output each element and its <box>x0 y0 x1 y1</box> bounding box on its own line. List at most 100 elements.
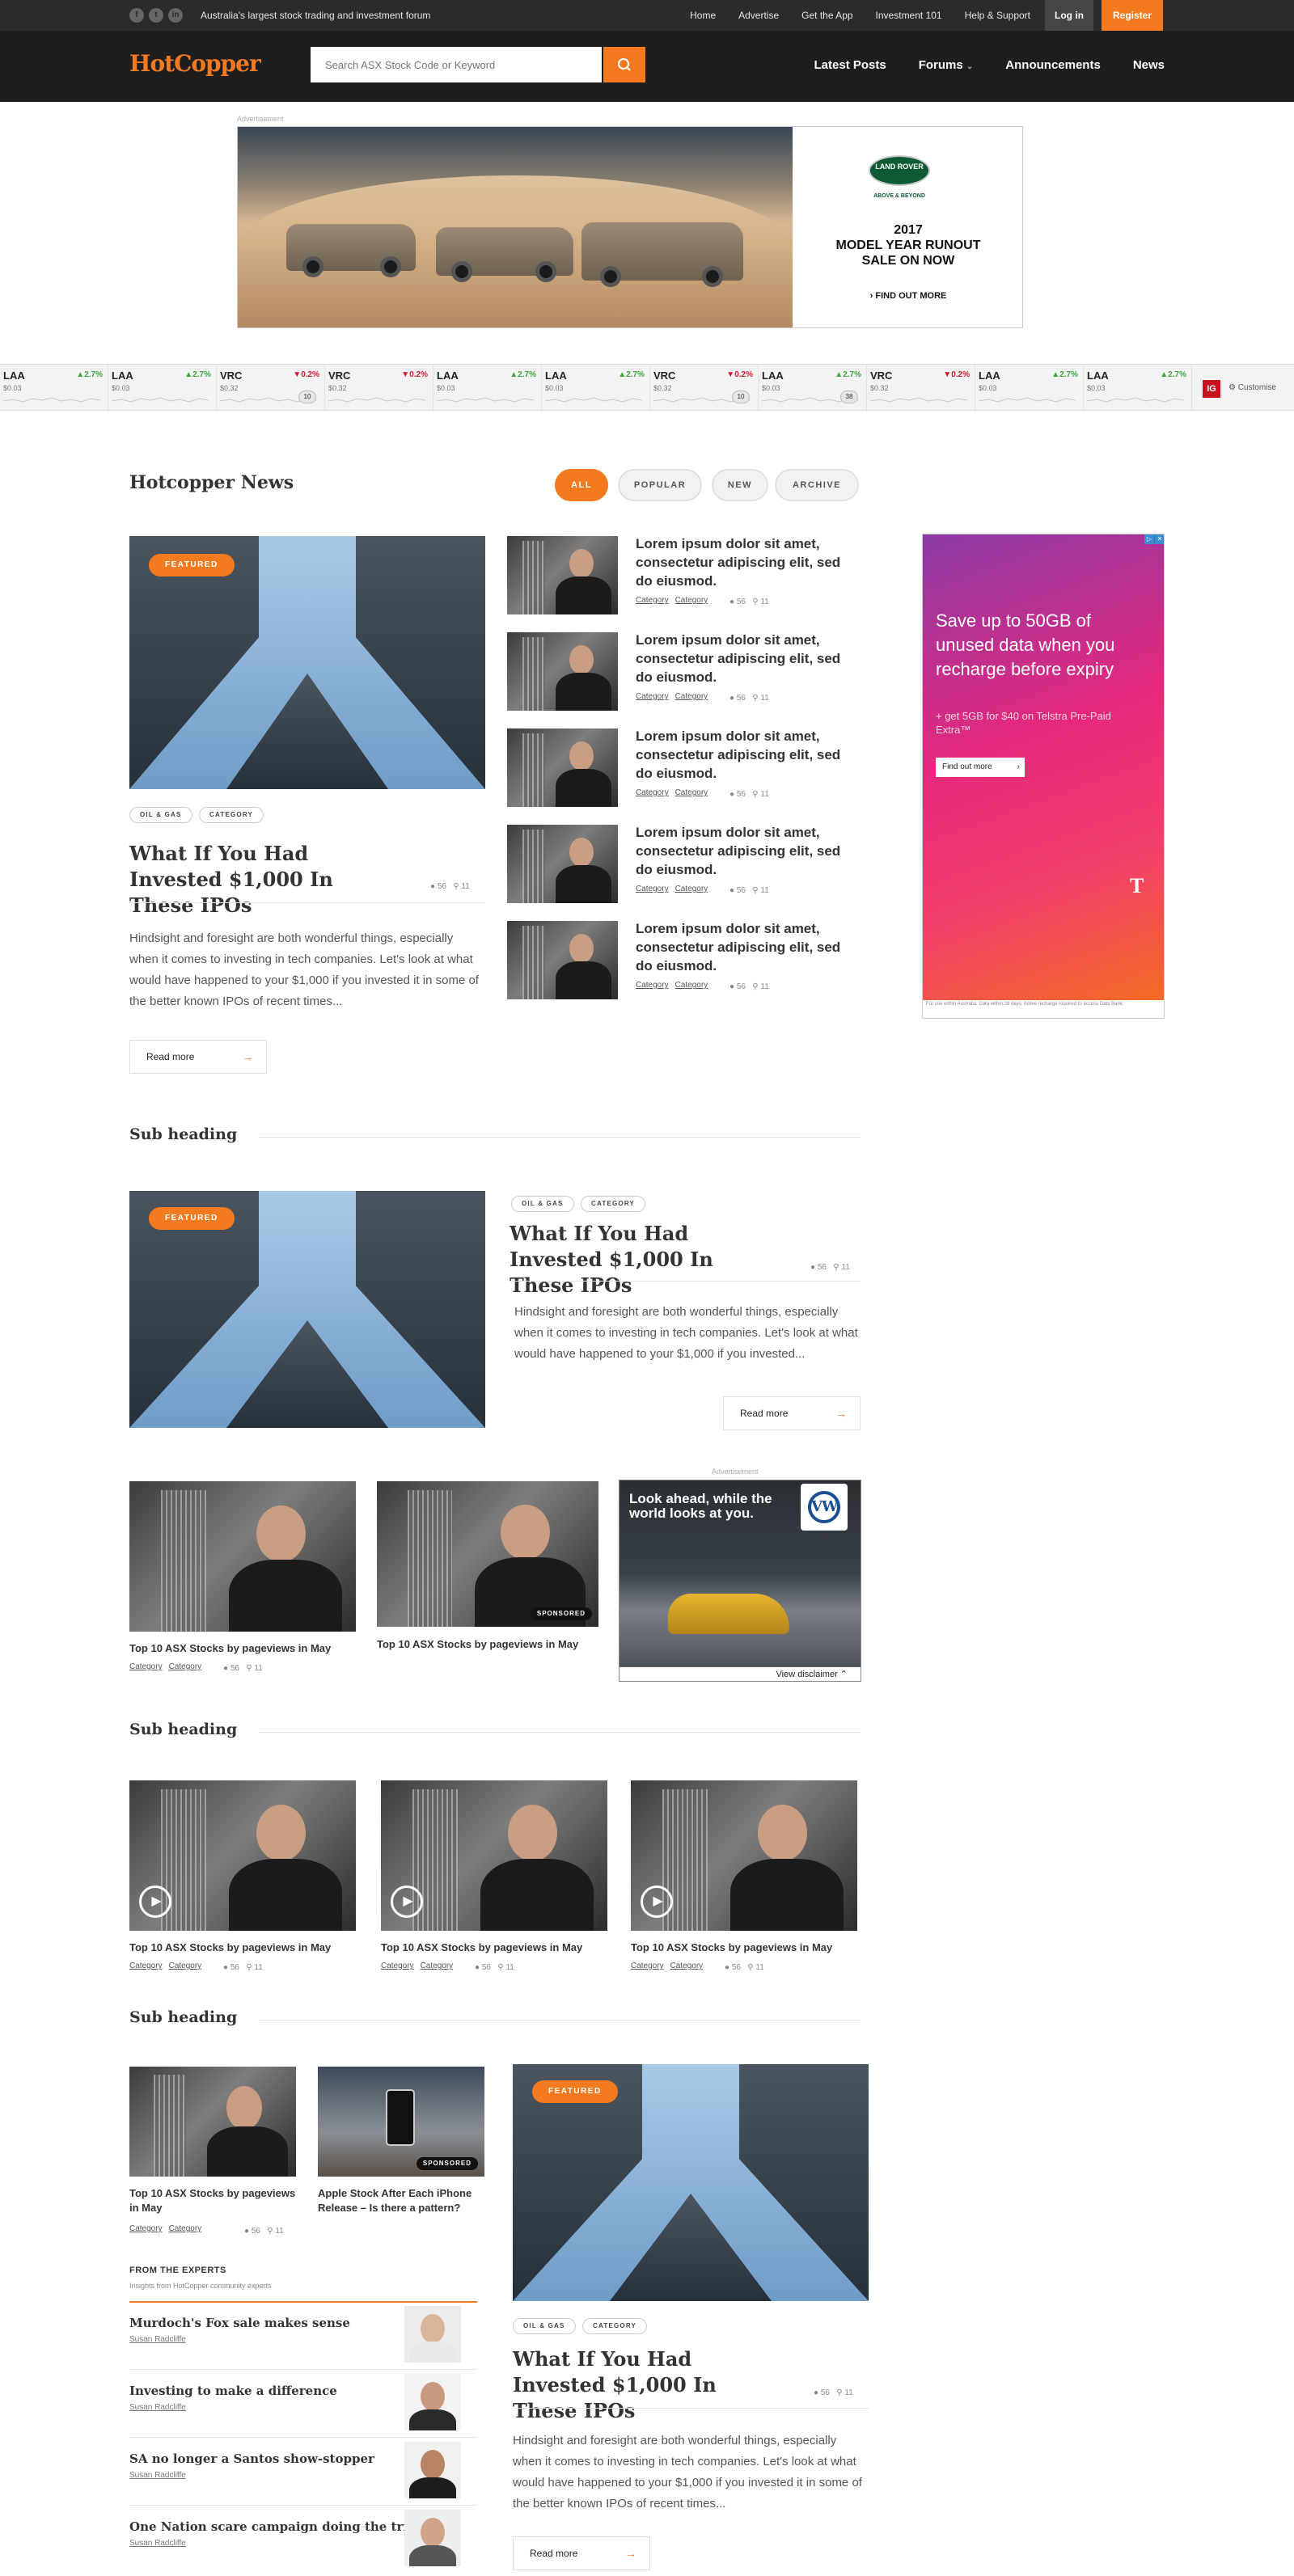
ticker-item[interactable]: LAA $0.03 ▲2.7% <box>433 365 542 412</box>
customise-ticker-button[interactable]: ⚙ Customise <box>1228 383 1276 392</box>
tag-category[interactable]: CATEGORY <box>581 1196 646 1212</box>
twitter-icon[interactable]: t <box>149 8 163 23</box>
category-link[interactable]: Category <box>670 1962 704 1970</box>
expert-author-link[interactable]: Susan Radcliffe <box>129 2539 186 2548</box>
filter-popular[interactable]: POPULAR <box>618 469 702 501</box>
tag-oil-gas[interactable]: OIL & GAS <box>129 807 192 823</box>
article-thumbnail[interactable]: ▶ <box>129 1780 356 1931</box>
article-thumbnail[interactable]: ▶ <box>631 1780 857 1931</box>
nav-announcements[interactable]: Announcements <box>1005 58 1101 72</box>
tag-oil-gas[interactable]: OIL & GAS <box>511 1196 574 1212</box>
category-link[interactable]: Category <box>169 1962 202 1970</box>
news-list-title[interactable]: Lorem ipsum dolor sit amet, consectetur … <box>636 727 848 783</box>
filter-all[interactable]: ALL <box>555 469 608 501</box>
category-link[interactable]: Category <box>129 1662 163 1671</box>
ticker-item[interactable]: LAA $0.03 ▲2.7% <box>542 365 650 412</box>
card-title[interactable]: Top 10 ASX Stocks by pageviews in May <box>381 1940 615 1955</box>
top-link-home[interactable]: Home <box>690 10 716 21</box>
expert-author-link[interactable]: Susan Radcliffe <box>129 2471 186 2480</box>
category-link[interactable]: Category <box>129 2224 163 2233</box>
card-title[interactable]: Top 10 ASX Stocks by pageviews in May <box>129 2186 299 2215</box>
facebook-icon[interactable]: f <box>129 8 144 23</box>
close-ad-icon[interactable]: ✕ <box>1155 534 1164 544</box>
category-link[interactable]: Category <box>169 1662 202 1671</box>
featured-title[interactable]: What If You Had Invested $1,000 In These… <box>510 1221 768 1299</box>
ticker-item[interactable]: LAA $0.03 ▲2.7% <box>1084 365 1192 412</box>
top-link-advertise[interactable]: Advertise <box>738 10 779 21</box>
expert-article-title[interactable]: Investing to make a difference <box>129 2384 337 2398</box>
ticker-comment-bubble[interactable]: 38 <box>840 391 858 403</box>
featured-title[interactable]: What If You Had Invested $1,000 In These… <box>129 841 388 918</box>
filter-new[interactable]: NEW <box>712 469 768 501</box>
article-thumbnail[interactable] <box>129 2067 296 2177</box>
card-title[interactable]: Top 10 ASX Stocks by pageviews in May <box>129 1940 364 1955</box>
card-title[interactable]: Top 10 ASX Stocks by pageviews in May <box>377 1637 611 1652</box>
ticker-comment-bubble[interactable]: 10 <box>298 391 316 403</box>
news-list-title[interactable]: Lorem ipsum dolor sit amet, consectetur … <box>636 919 848 975</box>
article-thumbnail[interactable] <box>507 825 618 903</box>
category-link[interactable]: Category <box>421 1962 454 1970</box>
category-link[interactable]: Category <box>675 788 708 797</box>
play-icon[interactable]: ▶ <box>139 1886 171 1918</box>
filter-archive[interactable]: ARCHIVE <box>775 469 859 501</box>
featured-image-buildings[interactable]: FEATURED <box>129 536 485 789</box>
tag-oil-gas[interactable]: OIL & GAS <box>513 2318 576 2334</box>
play-icon[interactable]: ▶ <box>391 1886 423 1918</box>
card-title[interactable]: Top 10 ASX Stocks by pageviews in May <box>129 1641 364 1656</box>
read-more-button[interactable]: Read more → <box>129 1040 267 1074</box>
ticker-item[interactable]: LAA $0.03 ▲2.7% <box>108 365 217 412</box>
category-link[interactable]: Category <box>675 692 708 701</box>
expert-article-title[interactable]: One Nation scare campaign doing the tric… <box>129 2519 424 2534</box>
expert-author-link[interactable]: Susan Radcliffe <box>129 2335 186 2344</box>
volkswagen-ad[interactable]: Look ahead, while the world looks at you… <box>619 1480 861 1682</box>
telstra-ad[interactable]: Save up to 50GB of unused data when you … <box>922 534 1165 1019</box>
article-thumbnail[interactable] <box>507 728 618 807</box>
adchoices-icon[interactable]: ▷ <box>1144 534 1154 544</box>
iphone-thumbnail[interactable]: SPONSORED <box>318 2067 484 2177</box>
article-thumbnail[interactable] <box>507 536 618 614</box>
nav-news[interactable]: News <box>1133 58 1165 72</box>
category-link[interactable]: Category <box>169 2224 202 2233</box>
ticker-comment-bubble[interactable]: 10 <box>732 391 750 403</box>
play-icon[interactable]: ▶ <box>641 1886 673 1918</box>
article-thumbnail[interactable] <box>129 1481 356 1632</box>
site-logo[interactable]: HotCopper <box>129 50 261 77</box>
category-link[interactable]: Category <box>636 596 669 605</box>
tag-category[interactable]: CATEGORY <box>199 807 264 823</box>
ticker-item[interactable]: VRC $0.32 ▼0.2% <box>867 365 975 412</box>
ticker-item[interactable]: VRC $0.32 ▼0.2% 10 <box>217 365 325 412</box>
card-title[interactable]: Top 10 ASX Stocks by pageviews in May <box>631 1940 865 1955</box>
category-link[interactable]: Category <box>675 885 708 893</box>
search-button[interactable] <box>603 47 645 82</box>
category-link[interactable]: Category <box>636 885 669 893</box>
ticker-item[interactable]: VRC $0.32 ▼0.2% <box>325 365 433 412</box>
category-link[interactable]: Category <box>129 1962 163 1970</box>
category-link[interactable]: Category <box>636 692 669 701</box>
top-link-investment-101[interactable]: Investment 101 <box>876 10 942 21</box>
vw-disclaimer[interactable]: View disclaimer ⌃ <box>620 1666 861 1681</box>
featured-image-buildings[interactable]: FEATURED <box>513 2064 869 2301</box>
read-more-button[interactable]: Read more → <box>723 1396 861 1430</box>
telstra-find-out-more[interactable]: Find out more › <box>936 758 1025 777</box>
ticker-item[interactable]: LAA $0.03 ▲2.7% <box>975 365 1084 412</box>
land-rover-ad[interactable]: LAND ROVER ABOVE & BEYOND 2017 MODEL YEA… <box>237 126 1023 328</box>
news-list-title[interactable]: Lorem ipsum dolor sit amet, consectetur … <box>636 823 848 879</box>
ticker-item[interactable]: VRC $0.32 ▼0.2% 10 <box>650 365 759 412</box>
read-more-button[interactable]: Read more → <box>513 2536 650 2570</box>
ticker-item[interactable]: LAA $0.03 ▲2.7% 38 <box>759 365 867 412</box>
nav-latest-posts[interactable]: Latest Posts <box>814 58 886 72</box>
news-list-title[interactable]: Lorem ipsum dolor sit amet, consectetur … <box>636 534 848 590</box>
top-link-help-support[interactable]: Help & Support <box>965 10 1030 21</box>
nav-forums[interactable]: Forums ⌄ <box>919 58 974 72</box>
article-thumbnail[interactable]: SPONSORED <box>377 1481 598 1627</box>
news-list-title[interactable]: Lorem ipsum dolor sit amet, consectetur … <box>636 631 848 686</box>
expert-author-link[interactable]: Susan Radcliffe <box>129 2403 186 2412</box>
category-link[interactable]: Category <box>381 1962 414 1970</box>
article-thumbnail[interactable]: ▶ <box>381 1780 607 1931</box>
expert-article-title[interactable]: SA no longer a Santos show-stopper <box>129 2451 374 2466</box>
card-title[interactable]: Apple Stock After Each iPhone Release – … <box>318 2186 484 2215</box>
featured-title[interactable]: What If You Had Invested $1,000 In These… <box>513 2346 772 2424</box>
category-link[interactable]: Category <box>636 981 669 990</box>
category-link[interactable]: Category <box>636 788 669 797</box>
category-link[interactable]: Category <box>675 596 708 605</box>
